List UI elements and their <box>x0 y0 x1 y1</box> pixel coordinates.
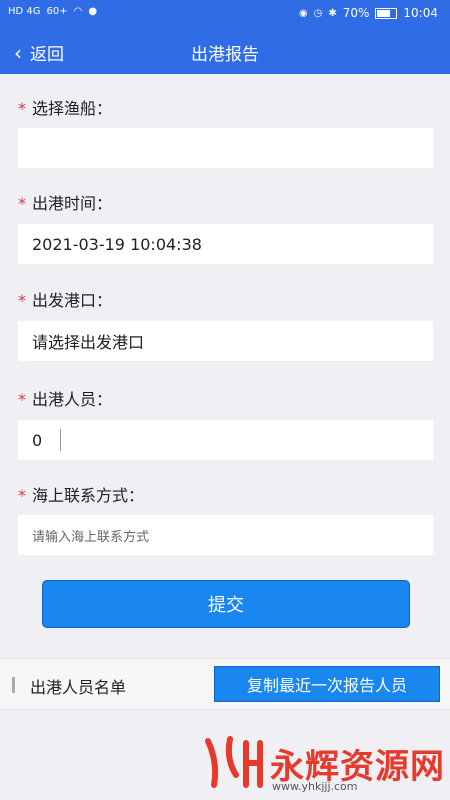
status-left: HD 4G 60+ ◠ ● <box>8 6 97 17</box>
time-label: * 出港时间： <box>18 190 112 214</box>
battery-percent: 70% <box>342 6 370 20</box>
section-bar <box>12 677 15 693</box>
page-title: 出港报告 <box>191 45 259 65</box>
required-mark: * <box>18 291 26 310</box>
status-right: ◉ ◷ ✱ 70% 10:04 <box>299 6 438 20</box>
contact-input[interactable]: 请输入海上联系方式 <box>18 515 433 555</box>
crew-count-value: 0 <box>32 430 43 450</box>
required-mark: * <box>18 390 26 409</box>
nav-bar: ‹ 返回 出港报告 <box>0 28 450 74</box>
crew-list-header: 出港人员名单 复制最近一次报告人员 <box>0 658 450 710</box>
copy-last-crew-button[interactable]: 复制最近一次报告人员 <box>214 666 440 702</box>
eye-icon: ◉ <box>298 7 308 19</box>
crew-count-field[interactable]: 0 <box>18 420 433 460</box>
wifi-icon: ◠ <box>73 6 83 17</box>
port-select[interactable]: 请选择出发港口 <box>18 321 433 361</box>
text-cursor <box>60 429 62 451</box>
crew-label-text: 出港人员： <box>32 390 113 409</box>
required-mark: * <box>18 486 26 505</box>
watermark-url: www.yhkjjj.com <box>272 780 358 793</box>
clock: 10:04 <box>403 6 438 20</box>
status-bar: HD 4G 60+ ◠ ● ◉ ◷ ✱ 70% 10:04 <box>0 0 450 28</box>
time-field[interactable]: 2021-03-19 10:04:38 <box>18 224 433 264</box>
contact-label-text: 海上联系方式： <box>32 486 145 505</box>
message-icon: ● <box>88 6 98 17</box>
port-label: * 出发港口： <box>18 287 112 311</box>
boat-label: * 选择渔船： <box>18 95 112 119</box>
submit-button[interactable]: 提交 <box>42 580 410 628</box>
time-label-text: 出港时间： <box>32 194 113 213</box>
port-label-text: 出发港口： <box>32 291 113 310</box>
boat-label-text: 选择渔船： <box>32 99 113 118</box>
watermark-logo-icon <box>205 736 263 788</box>
alarm-icon: ◷ <box>313 7 323 19</box>
signal-icon: 60+ <box>46 6 68 17</box>
boat-select[interactable] <box>18 128 433 168</box>
required-mark: * <box>18 99 26 118</box>
crew-label: * 出港人员： <box>18 386 112 410</box>
bluetooth-icon: ✱ <box>328 7 337 19</box>
crew-list-title: 出港人员名单 <box>30 678 127 697</box>
required-mark: * <box>18 194 26 213</box>
contact-label: * 海上联系方式： <box>18 482 144 506</box>
network-icon: HD 4G <box>8 6 41 17</box>
battery-icon <box>375 7 398 19</box>
